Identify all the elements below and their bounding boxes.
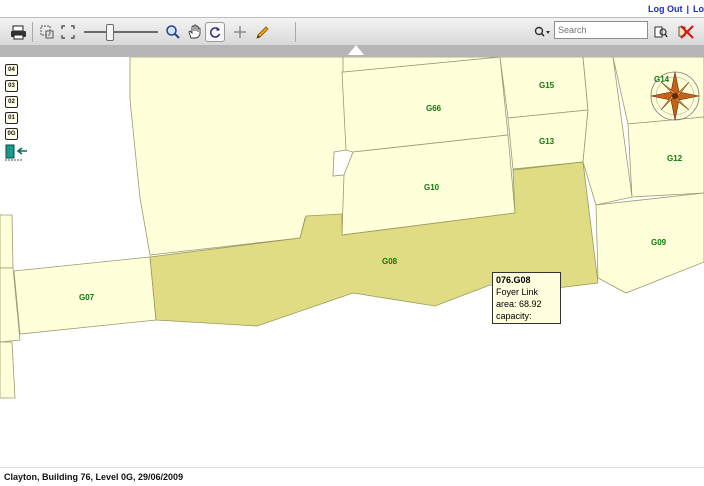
room-left-edge-upper[interactable] <box>0 214 14 269</box>
search-input[interactable] <box>554 21 648 39</box>
room-info-tooltip: 076.G08 Foyer Link area: 68.92 capacity: <box>492 272 561 324</box>
building-entry-icon[interactable] <box>5 144 29 167</box>
logout-link[interactable]: Log Out <box>648 4 683 14</box>
level-button[interactable]: 04 <box>5 64 18 76</box>
link-separator: | <box>686 4 689 14</box>
status-text: Clayton, Building 76, Level 0G, 29/06/20… <box>4 472 184 482</box>
pencil-icon[interactable] <box>253 22 271 42</box>
floor-plan-map[interactable]: G66 G15 G13 G10 G14 G12 G09 G08 G07 <box>0 57 704 467</box>
top-link-bar: Log Out | Lo <box>0 0 704 17</box>
extra-link[interactable]: Lo <box>693 4 704 14</box>
pan-hand-icon[interactable] <box>185 22 203 42</box>
room-label-g09: G09 <box>651 238 667 247</box>
print-icon[interactable] <box>8 22 28 42</box>
room-left-edge-lower[interactable] <box>0 341 16 399</box>
room-label-g15: G15 <box>539 81 555 90</box>
room-label-g07: G07 <box>79 293 95 302</box>
tooltip-room-capacity: capacity: <box>496 311 532 321</box>
level-button[interactable]: 0G <box>5 128 18 140</box>
level-selector: 04 03 02 01 0G <box>5 64 29 167</box>
status-footer: Clayton, Building 76, Level 0G, 29/06/20… <box>0 467 704 486</box>
level-button[interactable]: 01 <box>5 112 18 124</box>
zoom-slider-track[interactable] <box>84 31 158 33</box>
query-icon[interactable] <box>652 22 670 42</box>
room-g09[interactable] <box>595 192 704 294</box>
select-region-icon[interactable] <box>38 22 56 42</box>
room-label-g13: G13 <box>539 137 555 146</box>
zoom-slider-thumb[interactable] <box>106 24 114 41</box>
search-dropdown-icon[interactable] <box>533 22 551 42</box>
collapse-panel-arrow-icon[interactable] <box>348 45 364 55</box>
room-label-g66: G66 <box>426 104 442 113</box>
refresh-icon[interactable] <box>205 22 225 42</box>
room-label-g12: G12 <box>667 154 683 163</box>
magnifier-icon[interactable] <box>164 22 182 42</box>
top-links: Log Out | Lo <box>648 4 704 14</box>
compass-rose-icon <box>650 71 700 121</box>
level-button[interactable]: 03 <box>5 80 18 92</box>
tooltip-room-id: 076.G08 <box>496 275 531 285</box>
clear-selection-icon[interactable] <box>676 22 696 42</box>
tooltip-room-name: Foyer Link <box>496 287 539 297</box>
toolbar-divider <box>295 22 296 42</box>
full-extent-icon[interactable] <box>59 22 77 42</box>
add-icon[interactable] <box>231 22 249 42</box>
room-g12[interactable] <box>627 116 704 198</box>
level-button[interactable]: 02 <box>5 96 18 108</box>
room-label-g10: G10 <box>424 183 440 192</box>
room-label-g08: G08 <box>382 257 398 266</box>
toolbar-divider <box>32 22 33 42</box>
tooltip-room-area: area: 68.92 <box>496 299 542 309</box>
